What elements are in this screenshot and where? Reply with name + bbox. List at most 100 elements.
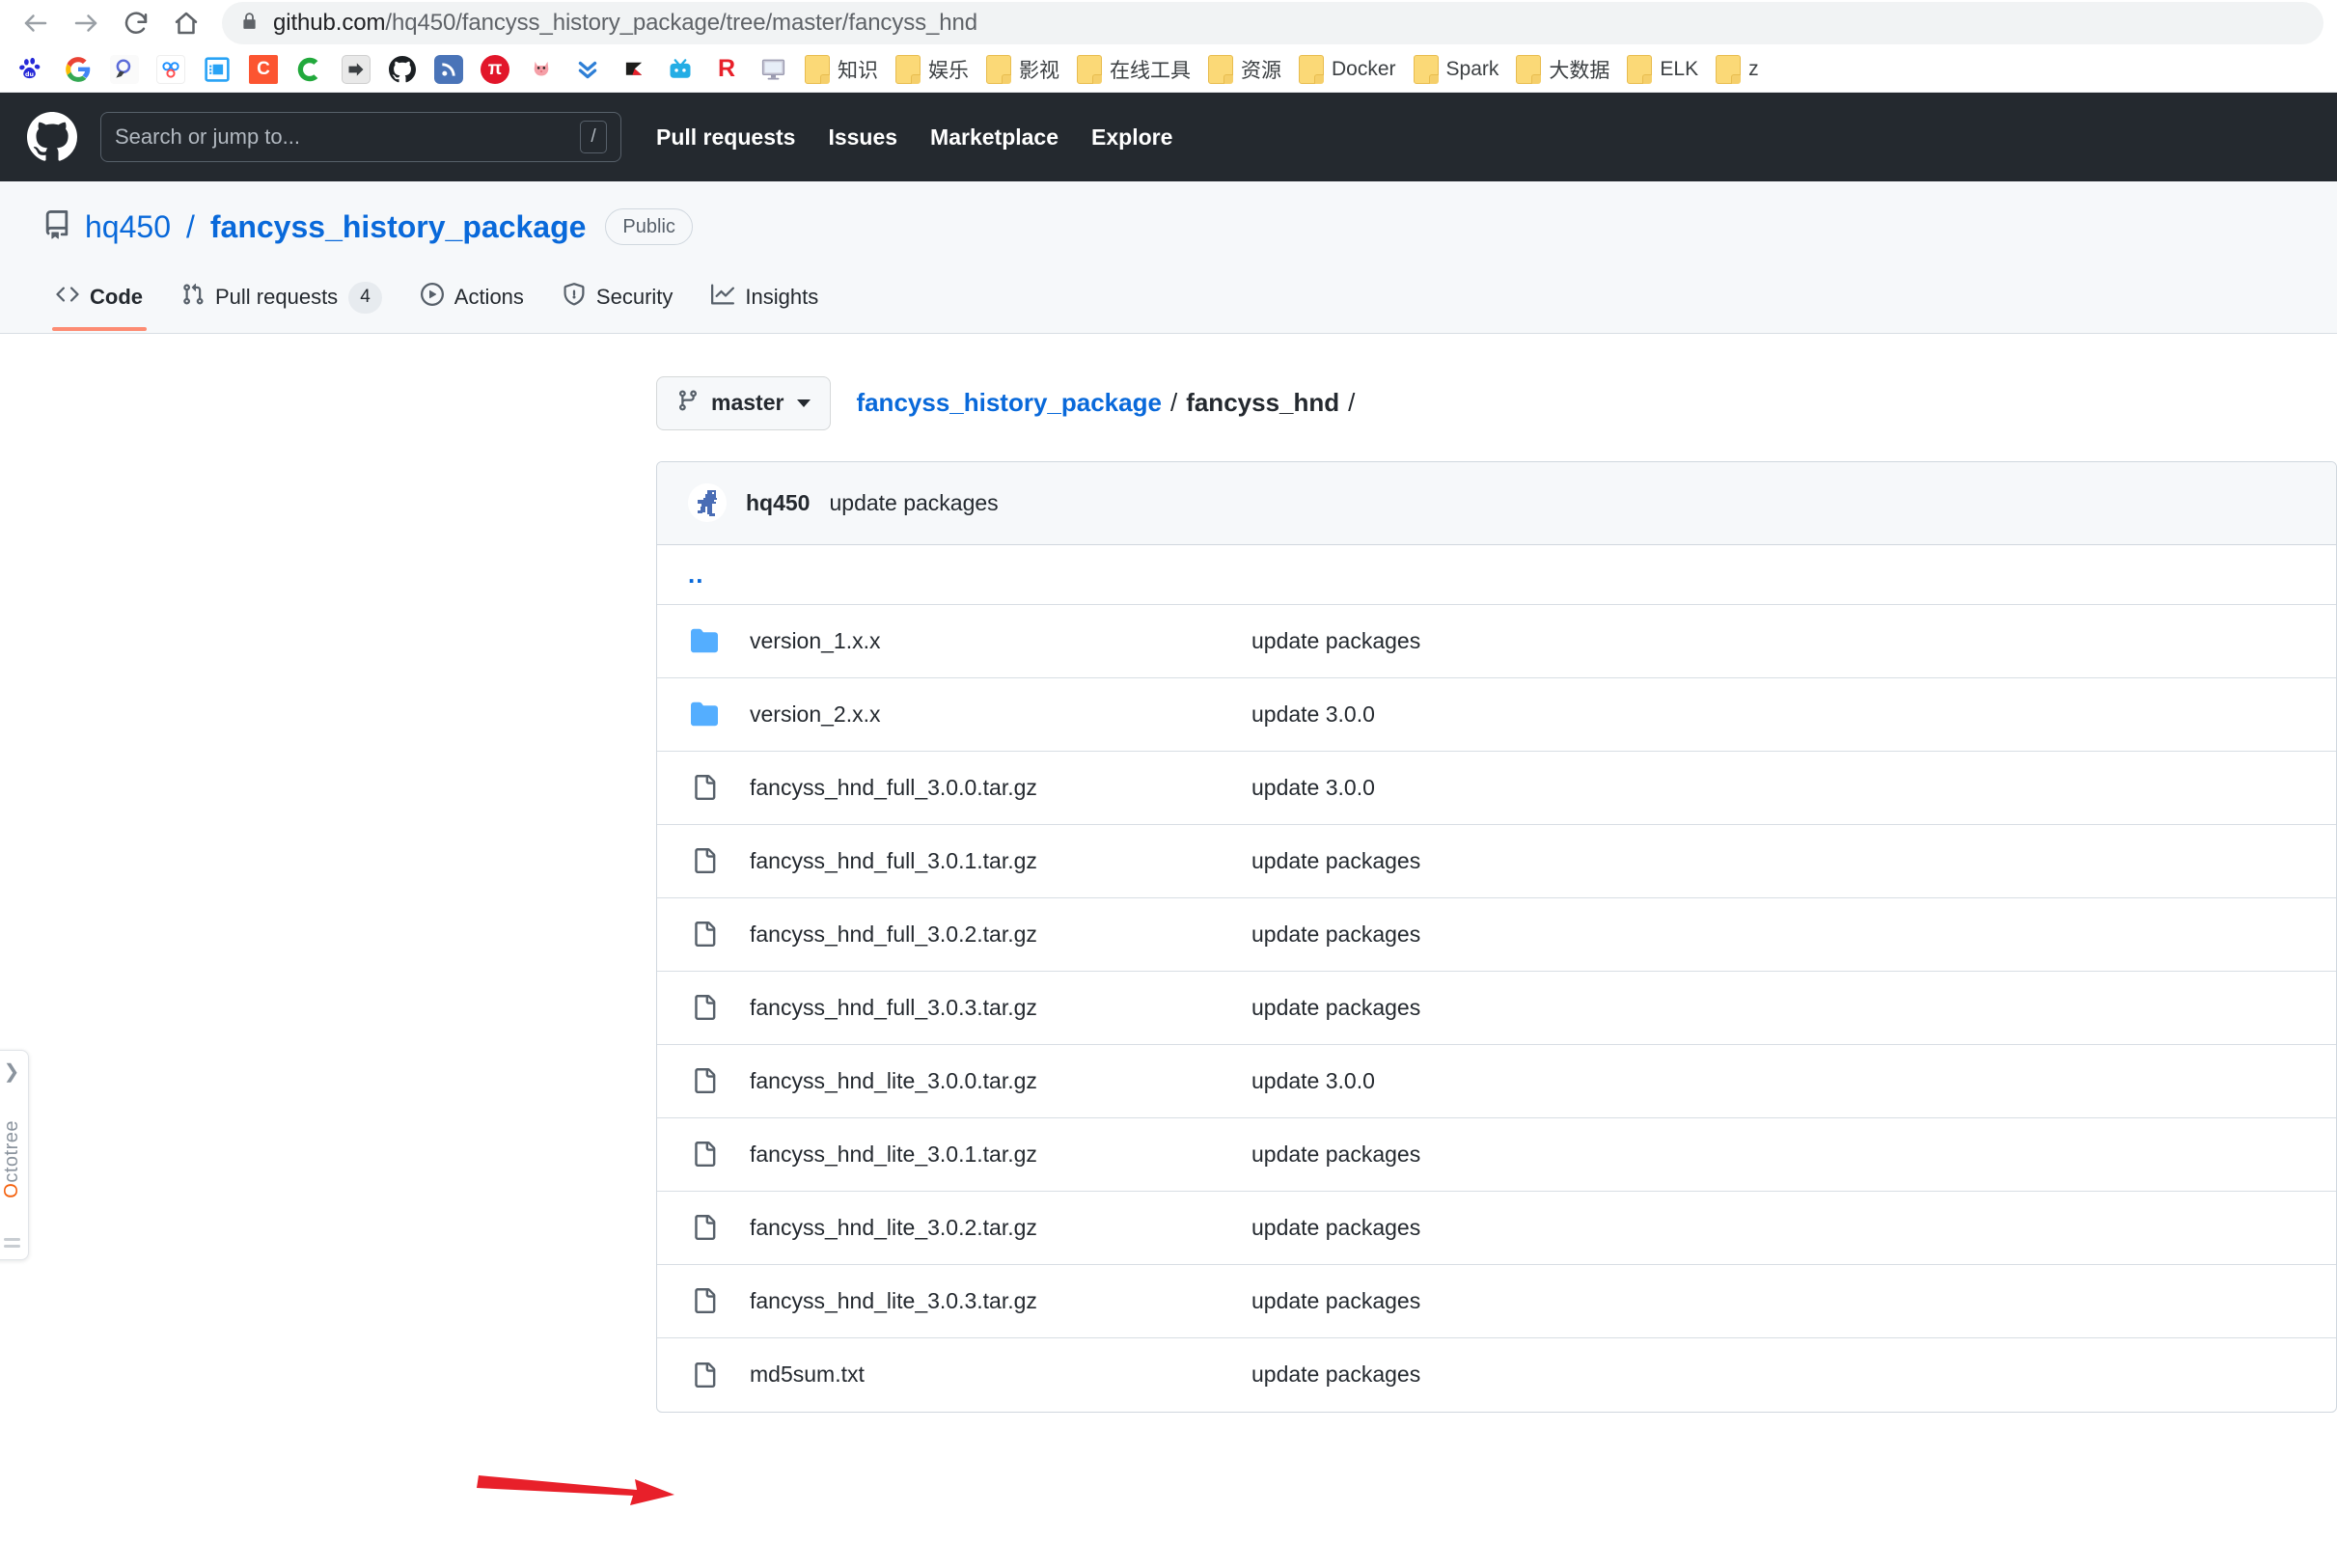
bookmark-red-r[interactable]: R xyxy=(704,50,749,89)
bookmark-bilibili[interactable] xyxy=(658,50,702,89)
bookmark-folder-yingshi[interactable]: 影视 xyxy=(978,50,1067,89)
table-row[interactable]: fancyss_hnd_lite_3.0.0.tar.gz update 3.0… xyxy=(657,1045,2336,1118)
table-row[interactable]: version_1.x.x update packages xyxy=(657,605,2336,678)
file-commit-message[interactable]: update packages xyxy=(1251,848,1420,874)
parent-directory-row[interactable]: .. xyxy=(657,545,2336,605)
latest-commit-bar: hq450 update packages xyxy=(657,461,2336,545)
url-bar[interactable]: github.com/hq450/fancyss_history_package… xyxy=(222,2,2323,44)
file-commit-message[interactable]: update 3.0.0 xyxy=(1251,1068,1375,1094)
nav-marketplace[interactable]: Marketplace xyxy=(930,124,1059,151)
file-name-link[interactable]: version_2.x.x xyxy=(750,701,1251,728)
table-row[interactable]: fancyss_hnd_lite_3.0.1.tar.gz update pac… xyxy=(657,1118,2336,1192)
file-commit-message[interactable]: update packages xyxy=(1251,1215,1420,1241)
bookmark-github[interactable] xyxy=(380,50,425,89)
table-row[interactable]: md5sum.txt update packages xyxy=(657,1338,2336,1412)
bookmark-folder-spark[interactable]: Spark xyxy=(1406,50,1507,89)
bookmark-arrow-box[interactable] xyxy=(334,50,378,89)
bookmark-folder-bigdata[interactable]: 大数据 xyxy=(1508,50,1617,89)
file-name-link[interactable]: fancyss_hnd_lite_3.0.2.tar.gz xyxy=(750,1215,1251,1241)
bookmark-black-flag[interactable] xyxy=(612,50,656,89)
parent-directory-link[interactable]: .. xyxy=(688,561,703,587)
tab-actions[interactable]: Actions xyxy=(407,271,537,331)
table-row[interactable]: fancyss_hnd_full_3.0.3.tar.gz update pac… xyxy=(657,972,2336,1045)
file-name-link[interactable]: fancyss_hnd_full_3.0.3.tar.gz xyxy=(750,995,1251,1021)
pi-red-icon: π xyxy=(481,54,509,84)
file-commit-message[interactable]: update packages xyxy=(1251,1142,1420,1168)
back-button[interactable] xyxy=(14,1,58,45)
tab-code[interactable]: Code xyxy=(42,271,156,332)
file-name-link[interactable]: fancyss_hnd_lite_3.0.1.tar.gz xyxy=(750,1142,1251,1168)
table-row[interactable]: fancyss_hnd_lite_3.0.2.tar.gz update pac… xyxy=(657,1192,2336,1265)
breadcrumb-root-link[interactable]: fancyss_history_package xyxy=(856,388,1162,418)
bookmark-green-c[interactable] xyxy=(288,50,332,89)
bookmark-baidu[interactable]: du xyxy=(10,50,54,89)
table-row[interactable]: fancyss_hnd_full_3.0.1.tar.gz update pac… xyxy=(657,825,2336,898)
shield-icon xyxy=(563,283,586,312)
bookmarks-bar: du C π R 知识 娱乐 影视 在线工具 资源 Docker Spark 大… xyxy=(0,46,2337,93)
commit-author[interactable]: hq450 xyxy=(746,490,810,516)
tab-pull-requests[interactable]: Pull requests 4 xyxy=(168,270,396,333)
file-name-link[interactable]: md5sum.txt xyxy=(750,1362,1251,1388)
bookmark-folder-yule[interactable]: 娱乐 xyxy=(888,50,976,89)
octotree-sidebar-tab[interactable]: ❯ Octotree xyxy=(0,1049,29,1260)
bookmark-folder-z[interactable]: z xyxy=(1708,50,1767,89)
table-row[interactable]: version_2.x.x update 3.0.0 xyxy=(657,678,2336,752)
table-row[interactable]: fancyss_hnd_full_3.0.0.tar.gz update 3.0… xyxy=(657,752,2336,825)
file-commit-message[interactable]: update packages xyxy=(1251,922,1420,948)
cat-icon xyxy=(527,54,556,84)
bookmark-cat[interactable] xyxy=(519,50,564,89)
bookmark-folder-docker[interactable]: Docker xyxy=(1291,50,1404,89)
repo-name-link[interactable]: fancyss_history_package xyxy=(210,209,587,245)
forward-button[interactable] xyxy=(64,1,108,45)
github-logo-icon[interactable] xyxy=(27,112,77,162)
file-commit-message[interactable]: update packages xyxy=(1251,628,1420,654)
bookmark-baidu-pan[interactable] xyxy=(149,50,193,89)
file-commit-message[interactable]: update packages xyxy=(1251,1362,1420,1388)
csdn-icon: C xyxy=(249,54,278,84)
url-text: github.com/hq450/fancyss_history_package… xyxy=(273,10,977,37)
bookmark-folder-ziyuan[interactable]: 资源 xyxy=(1200,50,1289,89)
file-commit-message[interactable]: update packages xyxy=(1251,995,1420,1021)
bookmark-rss[interactable] xyxy=(426,50,471,89)
table-row[interactable]: fancyss_hnd_lite_3.0.3.tar.gz update pac… xyxy=(657,1265,2336,1338)
bookmark-folder-elk[interactable]: ELK xyxy=(1619,50,1706,89)
nav-explore[interactable]: Explore xyxy=(1091,124,1172,151)
table-row[interactable]: fancyss_hnd_full_3.0.2.tar.gz update pac… xyxy=(657,898,2336,972)
commit-message[interactable]: update packages xyxy=(829,490,998,516)
file-name-link[interactable]: fancyss_hnd_full_3.0.1.tar.gz xyxy=(750,848,1251,874)
folder-icon xyxy=(1516,54,1542,84)
bookmark-search[interactable] xyxy=(102,50,147,89)
bookmark-csdn[interactable]: C xyxy=(241,50,286,89)
nav-issues[interactable]: Issues xyxy=(828,124,897,151)
bookmark-folder-zhishi[interactable]: 知识 xyxy=(797,50,886,89)
nav-pull-requests[interactable]: Pull requests xyxy=(656,124,795,151)
reload-button[interactable] xyxy=(114,1,158,45)
bookmark-chevrons-down[interactable] xyxy=(565,50,610,89)
tab-insights[interactable]: Insights xyxy=(698,271,832,331)
folder-icon xyxy=(1208,54,1233,84)
file-commit-message[interactable]: update 3.0.0 xyxy=(1251,701,1375,728)
bookmark-blue-app[interactable] xyxy=(195,50,239,89)
bookmark-monitor[interactable] xyxy=(751,50,795,89)
file-icon xyxy=(688,922,721,947)
avatar[interactable] xyxy=(688,483,727,522)
file-name-link[interactable]: fancyss_hnd_lite_3.0.0.tar.gz xyxy=(750,1068,1251,1094)
bookmark-folder-online-tools[interactable]: 在线工具 xyxy=(1069,50,1198,89)
repo-tabs: Code Pull requests 4 Actions Security In… xyxy=(0,270,2337,333)
file-name-link[interactable]: fancyss_hnd_lite_3.0.3.tar.gz xyxy=(750,1288,1251,1314)
bookmark-google[interactable] xyxy=(56,50,100,89)
file-commit-message[interactable]: update packages xyxy=(1251,1288,1420,1314)
tab-label: Pull requests xyxy=(215,285,339,310)
tab-security[interactable]: Security xyxy=(549,271,686,331)
file-name-link[interactable]: fancyss_hnd_full_3.0.2.tar.gz xyxy=(750,922,1251,948)
bookmark-pi[interactable]: π xyxy=(473,50,517,89)
branch-name: master xyxy=(711,390,784,415)
file-name-link[interactable]: version_1.x.x xyxy=(750,628,1251,654)
home-button[interactable] xyxy=(164,1,208,45)
drag-handle-icon[interactable] xyxy=(3,1237,20,1248)
repo-owner-link[interactable]: hq450 xyxy=(85,209,171,245)
file-commit-message[interactable]: update 3.0.0 xyxy=(1251,775,1375,801)
search-input[interactable]: Search or jump to... / xyxy=(100,112,621,162)
branch-selector[interactable]: master xyxy=(656,375,832,430)
file-name-link[interactable]: fancyss_hnd_full_3.0.0.tar.gz xyxy=(750,775,1251,801)
